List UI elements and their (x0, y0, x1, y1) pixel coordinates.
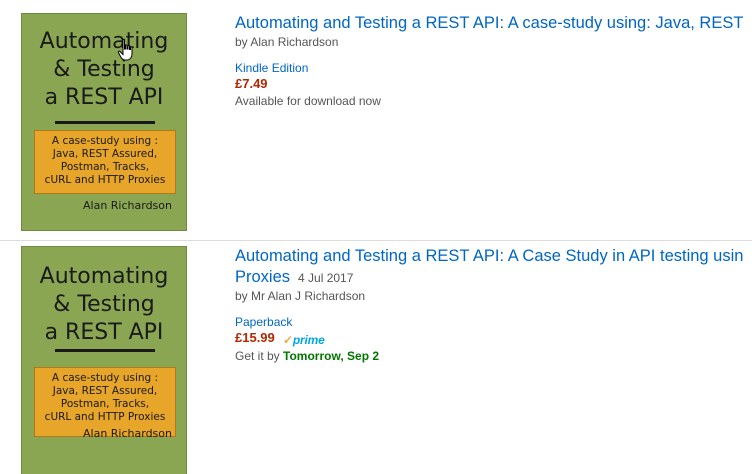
cover-author: Alan Richardson (83, 199, 172, 212)
availability-text: Available for download now (235, 94, 381, 108)
cover-title-line: & Testing (53, 292, 155, 317)
result-item-paperback: Automating & Testing a REST API A case-s… (0, 241, 752, 474)
cover-title: Automating & Testing a REST API (22, 28, 186, 112)
prime-label: prime (292, 333, 325, 347)
cover-subtitle-line: Java, REST Assured, (52, 148, 158, 160)
author-byline: by Alan Richardson (235, 35, 339, 49)
cover-subtitle-line: Java, REST Assured, (52, 385, 158, 397)
cover-title-line: & Testing (53, 57, 155, 82)
cover-divider (55, 121, 155, 124)
cover-subtitle-line: cURL and HTTP Proxies (44, 411, 166, 423)
format-link-paperback[interactable]: Paperback (235, 315, 292, 329)
cover-title-line: a REST API (44, 320, 164, 345)
price: £15.99 (235, 330, 275, 345)
cover-title-line: Automating (39, 264, 169, 289)
cover-title-line: Automating (39, 29, 169, 54)
hand-pointer-cursor-icon (117, 38, 133, 61)
delivery-text: Get it by Tomorrow, Sep 2 (235, 349, 379, 363)
result-title-link[interactable]: Automating and Testing a REST API: A Cas… (235, 245, 743, 267)
cover-subtitle-line: cURL and HTTP Proxies (44, 174, 166, 186)
delivery-date: Tomorrow, Sep 2 (283, 349, 380, 363)
cover-subtitle-line: A case-study using : (51, 372, 159, 384)
author-byline: by Mr Alan J Richardson (235, 289, 366, 303)
cover-subtitle-line: Postman, Tracks, (60, 161, 150, 173)
cover-subtitle-line: A case-study using : (51, 135, 159, 147)
prime-badge: ✓prime (283, 333, 325, 347)
format-link-kindle[interactable]: Kindle Edition (235, 61, 308, 75)
cover-author: Alan Richardson (83, 427, 172, 440)
prime-check-icon: ✓ (283, 333, 293, 347)
result-title-link[interactable]: Automating and Testing a REST API: A cas… (235, 12, 743, 34)
cover-title-line: a REST API (44, 85, 164, 110)
result-item-kindle: Automating & Testing a REST API A case-s… (0, 0, 752, 240)
cover-subtitle-line: Postman, Tracks, (60, 398, 150, 410)
publication-date: 4 Jul 2017 (298, 271, 354, 285)
book-cover-image[interactable]: Automating & Testing a REST API A case-s… (21, 246, 187, 474)
cover-title: Automating & Testing a REST API (22, 263, 186, 347)
cover-divider (55, 349, 155, 352)
result-title-link-continued[interactable]: Proxies (235, 268, 290, 286)
delivery-prefix: Get it by (235, 349, 280, 363)
search-results: Automating & Testing a REST API A case-s… (0, 0, 752, 474)
book-cover-image[interactable]: Automating & Testing a REST API A case-s… (21, 13, 187, 231)
price: £7.49 (235, 76, 268, 91)
cover-subtitle-box: A case-study using : Java, REST Assured,… (34, 130, 176, 194)
result-title-line2: Proxies 4 Jul 2017 (235, 266, 353, 288)
